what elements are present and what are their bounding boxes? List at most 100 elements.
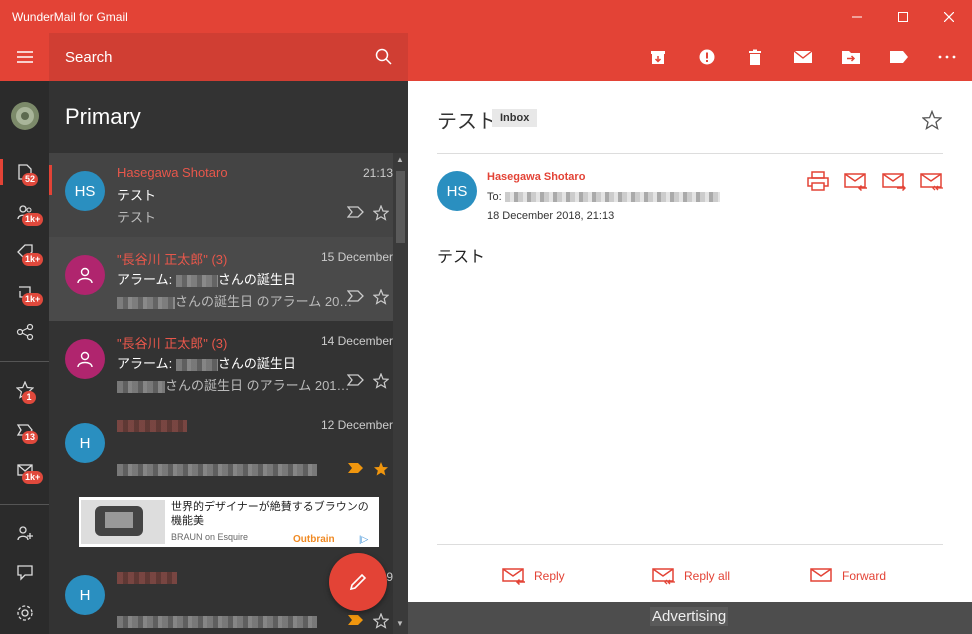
all-mail-badge: 1k+: [22, 471, 44, 484]
scroll-up-icon[interactable]: ▲: [396, 155, 404, 164]
sidebar-item-forums[interactable]: [0, 313, 49, 351]
ad-choices-icon[interactable]: |▷: [359, 534, 368, 545]
sender-avatar: H: [65, 423, 105, 463]
star-filled-icon[interactable]: [373, 461, 389, 477]
sidebar-item-important[interactable]: 13: [0, 411, 49, 449]
label-icon: [890, 51, 908, 63]
mail-date: 12 December: [320, 418, 393, 432]
sidebar-item-all-mail[interactable]: 1k+: [0, 451, 49, 489]
sender-avatar: [65, 255, 105, 295]
mail-item[interactable]: H 12 December: [49, 405, 393, 489]
search-icon: [375, 48, 392, 65]
account-avatar[interactable]: [0, 97, 49, 135]
message-date: 18 December 2018, 21:13: [487, 210, 615, 222]
redacted-text: [117, 380, 165, 393]
compose-button[interactable]: [329, 553, 387, 611]
reply-label: Reply: [534, 569, 565, 583]
sidebar-item-social[interactable]: 1k+: [0, 193, 49, 231]
reply-all-button[interactable]: Reply all: [652, 567, 730, 585]
close-button[interactable]: [926, 0, 972, 33]
delete-button[interactable]: [745, 47, 765, 67]
mail-date: 14 December: [320, 334, 393, 348]
advertising-bar[interactable]: Advertising: [408, 602, 972, 634]
message-label[interactable]: Inbox: [492, 109, 538, 127]
message-subject: テスト: [437, 111, 497, 133]
search-input[interactable]: Search: [65, 49, 113, 66]
updates-badge: 1k+: [22, 293, 44, 306]
sender-name: "長谷川 正太郎" (3): [117, 252, 228, 267]
maximize-button[interactable]: [880, 0, 926, 33]
redacted-text: [117, 463, 317, 476]
important-marker-icon[interactable]: [347, 461, 365, 475]
mail-list-scrollbar[interactable]: ▲ ▼: [393, 153, 408, 634]
label-button[interactable]: [889, 47, 909, 67]
message-body: テスト: [437, 249, 486, 266]
move-to-button[interactable]: [841, 47, 861, 67]
list-ad[interactable]: 世界的デザイナーが絶賛するブラウンの機能美 BRAUN on Esquire O…: [79, 497, 379, 547]
report-spam-button[interactable]: [697, 47, 717, 67]
sender-name: Hasegawa Shotaro: [117, 165, 228, 180]
sidebar-item-promotions[interactable]: 1k+: [0, 233, 49, 271]
sidebar-item-feedback[interactable]: [0, 554, 49, 592]
print-icon[interactable]: [807, 171, 829, 191]
mail-preview: さんの誕生日 のアラーム 201…: [117, 375, 350, 394]
reply-icon[interactable]: [844, 171, 868, 191]
reply-button[interactable]: Reply: [502, 567, 565, 585]
important-marker-icon[interactable]: [347, 613, 365, 627]
search-bar[interactable]: Search: [49, 33, 408, 81]
important-marker-icon[interactable]: [347, 289, 365, 303]
scroll-thumb[interactable]: [396, 171, 405, 243]
minimize-button[interactable]: [834, 0, 880, 33]
sender-name: [117, 569, 177, 584]
mark-unread-button[interactable]: [793, 47, 813, 67]
reply-icon: [502, 568, 525, 585]
mail-subject: アラーム: さんの誕生日: [117, 272, 296, 287]
forward-icon[interactable]: [882, 171, 906, 191]
mail-icon: [794, 50, 812, 63]
sender-avatar: [65, 339, 105, 379]
navigation-sidebar: 52 1k+ 1k+ 1k+ 1 13 1k+: [0, 33, 49, 634]
star-icon[interactable]: [373, 373, 389, 389]
header-divider: [437, 153, 943, 154]
sidebar-item-settings[interactable]: [0, 594, 49, 632]
redacted-text: [117, 571, 177, 584]
ad-headline: 世界的デザイナーが絶賛するブラウンの機能美: [171, 501, 369, 527]
mail-item[interactable]: HS Hasegawa Shotaro 21:13 テスト テスト: [49, 153, 393, 237]
star-icon[interactable]: [922, 110, 942, 130]
reply-all-label: Reply all: [684, 569, 731, 583]
important-marker-icon[interactable]: [347, 373, 365, 387]
more-options-button[interactable]: [937, 47, 957, 67]
star-icon[interactable]: [373, 205, 389, 221]
sidebar-item-add-account[interactable]: [0, 514, 49, 552]
reply-all-icon[interactable]: [920, 171, 944, 191]
sender-avatar: HS: [437, 171, 477, 211]
maximize-icon: [898, 11, 908, 22]
forward-button[interactable]: Forward: [810, 567, 886, 585]
scroll-down-icon[interactable]: ▼: [396, 619, 404, 628]
add-person-icon: [16, 526, 33, 541]
avatar-icon: [10, 102, 39, 130]
close-icon: [944, 11, 954, 22]
sidebar-item-starred[interactable]: 1: [0, 371, 49, 409]
social-badge: 1k+: [22, 213, 44, 226]
reading-pane: テスト Inbox HS Hasegawa Shotaro To: 18 Dec…: [408, 81, 972, 602]
menu-button[interactable]: [0, 33, 49, 81]
mail-item[interactable]: "長谷川 正太郎" (3) 14 December アラーム: さんの誕生日 さ…: [49, 321, 393, 405]
mail-item[interactable]: "長谷川 正太郎" (3) 15 December アラーム: さんの誕生日 さ…: [49, 237, 393, 321]
sidebar-item-updates[interactable]: 1k+: [0, 273, 49, 311]
important-marker-icon[interactable]: [347, 205, 365, 219]
mail-preview: [117, 613, 317, 628]
mail-date: 15 December: [320, 250, 393, 264]
sidebar-item-inbox[interactable]: 52: [0, 153, 49, 191]
star-icon[interactable]: [373, 613, 389, 629]
mail-list-pane: Primary HS Hasegawa Shotaro 21:13 テスト テス…: [49, 81, 408, 634]
star-icon[interactable]: [373, 289, 389, 305]
feedback-icon: [16, 565, 33, 581]
redacted-text: [175, 274, 218, 287]
archive-button[interactable]: [648, 47, 668, 67]
window-title: WunderMail for Gmail: [12, 10, 128, 24]
message-sender[interactable]: Hasegawa Shotaro: [487, 171, 585, 183]
important-badge: 13: [22, 431, 39, 444]
mail-preview: [117, 461, 317, 476]
ad-source: BRAUN on Esquire: [171, 532, 249, 542]
